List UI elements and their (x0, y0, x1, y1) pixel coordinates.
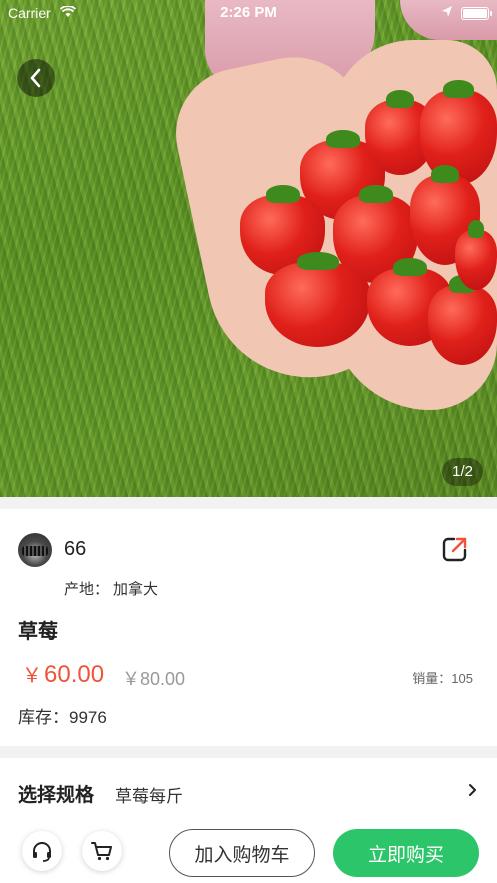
image-pager-indicator: 1/2 (442, 458, 483, 486)
share-icon[interactable] (441, 535, 469, 563)
product-info-card: 66 产地： 加拿大 草莓 ￥60.00 ￥80.00 销量：105 库存：997… (0, 509, 497, 746)
cart-button[interactable] (82, 831, 122, 871)
shop-avatar[interactable] (18, 533, 52, 567)
origin-row: 产地： 加拿大 (64, 578, 158, 599)
product-image-carousel[interactable]: 1/2 (0, 0, 497, 497)
spec-selector-row[interactable]: 选择规格 草莓每斤 (0, 758, 497, 826)
sales-count: 销量：105 (412, 671, 473, 686)
spec-value: 草莓每斤 (115, 787, 183, 806)
back-button[interactable] (17, 59, 55, 97)
location-arrow-icon (442, 6, 452, 17)
origin-label: 产地： (64, 581, 110, 598)
clock: 2:26 PM (220, 4, 277, 21)
chevron-right-icon (469, 784, 476, 796)
original-price: ￥80.00 (122, 669, 186, 689)
bottom-action-bar: 加入购物车 立即购买 (0, 826, 497, 883)
stock-count: 库存：9976 (18, 708, 107, 727)
battery-icon (461, 7, 492, 20)
headset-icon (33, 842, 51, 862)
spec-label: 选择规格 (18, 785, 95, 806)
product-title: 草莓 (18, 621, 58, 643)
price-value: 60.00 (44, 661, 105, 688)
cart-icon (91, 842, 112, 861)
shop-name[interactable]: 66 (64, 538, 86, 561)
customer-service-button[interactable] (22, 831, 62, 871)
currency-symbol: ￥ (22, 665, 42, 687)
back-arrow-icon (30, 68, 41, 88)
origin-value: 加拿大 (113, 581, 159, 598)
buy-now-button[interactable]: 立即购买 (333, 829, 479, 877)
product-detail-screen: 1/2 Carrier 2:26 PM 66 产地：加拿大 草莓 ￥60.00 (0, 0, 497, 883)
current-price: ￥60.00 (22, 659, 104, 689)
add-to-cart-button[interactable]: 加入购物车 (169, 829, 315, 877)
status-bar: Carrier 2:26 PM (0, 0, 497, 26)
